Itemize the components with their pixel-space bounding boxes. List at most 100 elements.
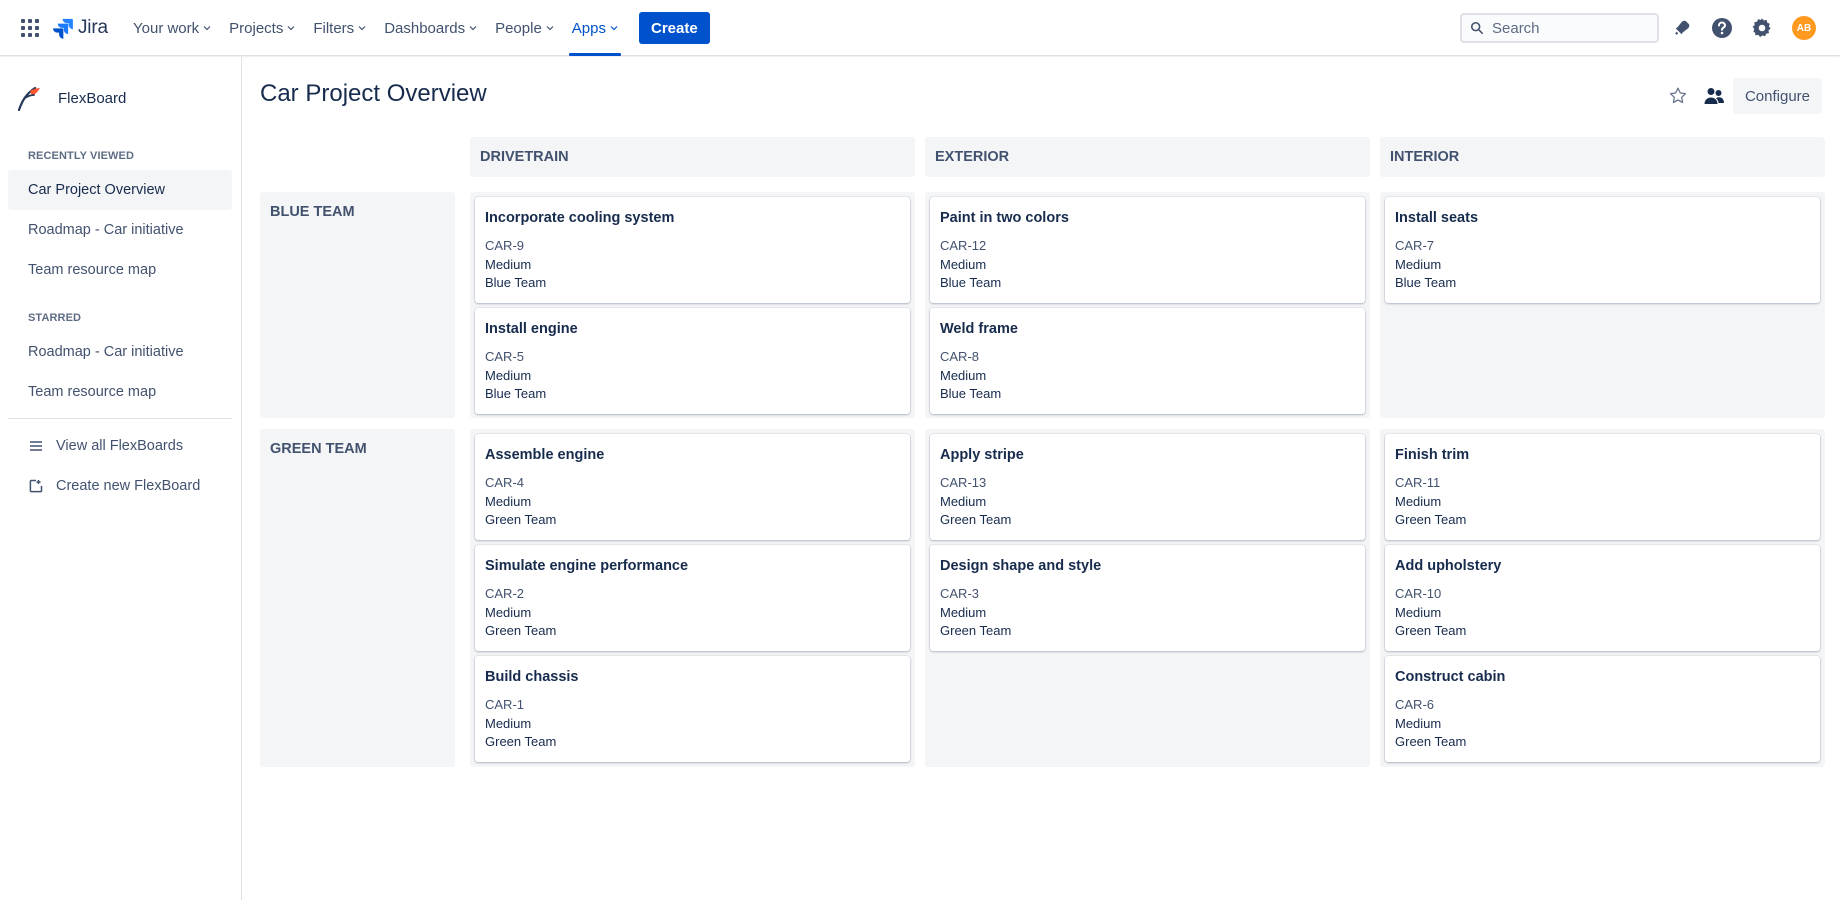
cell-green-exterior: Apply stripe CAR-13 Medium Green Team De… <box>925 429 1370 767</box>
create-button[interactable]: Create <box>639 12 710 44</box>
issue-card-car-1[interactable]: Build chassis CAR-1 Medium Green Team <box>475 656 910 762</box>
issue-card-car-10[interactable]: Add upholstery CAR-10 Medium Green Team <box>1385 545 1820 651</box>
sidebar-item-roadmap-car-initiative[interactable]: Roadmap - Car initiative <box>8 210 232 250</box>
cell-blue-drivetrain: Incorporate cooling system CAR-9 Medium … <box>470 192 915 418</box>
issue-card-car-8[interactable]: Weld frame CAR-8 Medium Blue Team <box>930 308 1365 414</box>
sidebar-item-team-resource-map[interactable]: Team resource map <box>8 250 232 290</box>
card-title: Weld frame <box>940 321 1018 337</box>
card-key: CAR-2 <box>485 586 525 601</box>
sidebar-item-car-project-overview[interactable]: Car Project Overview <box>8 170 232 210</box>
issue-card-car-5[interactable]: Install engine CAR-5 Medium Blue Team <box>475 308 910 414</box>
card-team: Blue Team <box>485 386 547 401</box>
column-header-interior: INTERIOR <box>1380 137 1825 177</box>
chevron-down-icon <box>610 26 618 31</box>
card-title: Install engine <box>485 321 578 337</box>
jira-logo[interactable]: Jira <box>52 16 108 40</box>
search-icon <box>1470 21 1484 35</box>
chevron-down-icon <box>546 26 554 31</box>
card-priority: Medium <box>940 604 987 620</box>
nav-projects-label: Projects <box>229 19 284 37</box>
nav-your-work-label: Your work <box>133 19 200 37</box>
card-priority: Medium <box>940 256 987 272</box>
card-title: Paint in two colors <box>940 210 1069 226</box>
card-team: Green Team <box>1395 512 1467 527</box>
cell-blue-interior: Install seats CAR-7 Medium Blue Team <box>1380 192 1825 418</box>
app-switcher-icon[interactable] <box>20 18 40 38</box>
card-team: Green Team <box>1395 623 1467 638</box>
nav-filters[interactable]: Filters <box>304 0 375 56</box>
issue-card-car-4[interactable]: Assemble engine CAR-4 Medium Green Team <box>475 434 910 540</box>
card-priority: Medium <box>1395 493 1442 509</box>
card-team: Green Team <box>940 623 1012 638</box>
card-key: CAR-1 <box>485 697 525 712</box>
card-priority: Medium <box>485 367 532 383</box>
issue-card-car-3[interactable]: Design shape and style CAR-3 Medium Gree… <box>930 545 1365 651</box>
card-title: Assemble engine <box>485 447 605 463</box>
card-title: Add upholstery <box>1395 558 1502 574</box>
card-priority: Medium <box>1395 256 1442 272</box>
card-key: CAR-3 <box>940 586 980 601</box>
card-team: Green Team <box>1395 734 1467 749</box>
chevron-down-icon <box>469 26 477 31</box>
avatar[interactable]: AB <box>1792 16 1816 40</box>
sidebar-header[interactable]: FlexBoard <box>16 85 126 111</box>
card-title: Apply stripe <box>940 447 1024 463</box>
sidebar-starred-team-resource-map[interactable]: Team resource map <box>8 372 232 412</box>
help-icon[interactable] <box>1710 16 1734 40</box>
cell-green-drivetrain: Assemble engine CAR-4 Medium Green Team … <box>470 429 915 767</box>
issue-card-car-13[interactable]: Apply stripe CAR-13 Medium Green Team <box>930 434 1365 540</box>
card-key: CAR-11 <box>1395 475 1441 490</box>
card-key: CAR-13 <box>940 475 987 490</box>
nav-filters-label: Filters <box>313 19 355 37</box>
sidebar-app-name: FlexBoard <box>58 89 127 107</box>
primary-nav: Your work Projects Filters Dashboards Pe… <box>124 0 710 56</box>
list-icon <box>28 438 44 454</box>
search-input[interactable] <box>1492 19 1652 37</box>
card-team: Blue Team <box>1395 275 1457 290</box>
column-header-exterior: EXTERIOR <box>925 137 1370 177</box>
search-box[interactable] <box>1460 13 1659 43</box>
nav-dashboards[interactable]: Dashboards <box>375 0 486 56</box>
issue-card-car-11[interactable]: Finish trim CAR-11 Medium Green Team <box>1385 434 1820 540</box>
row-header-blue-team-label: BLUE TEAM <box>270 204 355 220</box>
configure-button[interactable]: Configure <box>1733 78 1822 114</box>
create-new-flexboard-label: Create new FlexBoard <box>56 478 201 494</box>
sidebar-divider <box>8 418 232 419</box>
view-all-flexboards-label: View all FlexBoards <box>56 438 184 454</box>
issue-card-car-9[interactable]: Incorporate cooling system CAR-9 Medium … <box>475 197 910 303</box>
card-priority: Medium <box>485 493 532 509</box>
nav-people[interactable]: People <box>486 0 563 56</box>
gear-icon <box>1752 18 1771 37</box>
settings-icon[interactable] <box>1750 16 1774 40</box>
view-all-flexboards-link[interactable]: View all FlexBoards <box>8 426 232 466</box>
create-new-flexboard-link[interactable]: Create new FlexBoard <box>8 466 232 506</box>
nav-projects[interactable]: Projects <box>220 0 304 56</box>
card-team: Blue Team <box>485 275 547 290</box>
recently-viewed-heading: RECENTLY VIEWED <box>28 150 135 162</box>
nav-your-work[interactable]: Your work <box>124 0 220 56</box>
issue-card-car-2[interactable]: Simulate engine performance CAR-2 Medium… <box>475 545 910 651</box>
card-team: Blue Team <box>940 275 1002 290</box>
card-key: CAR-7 <box>1395 238 1435 253</box>
flexboard-logo-icon <box>17 86 40 111</box>
nav-apps[interactable]: Apps <box>563 0 627 56</box>
cell-green-interior: Finish trim CAR-11 Medium Green Team Add… <box>1380 429 1825 767</box>
issue-card-car-12[interactable]: Paint in two colors CAR-12 Medium Blue T… <box>930 197 1365 303</box>
starred-heading: STARRED <box>28 312 82 324</box>
jira-logo-text: Jira <box>78 17 108 38</box>
card-key: CAR-9 <box>485 238 525 253</box>
card-title: Incorporate cooling system <box>485 210 675 226</box>
star-icon[interactable] <box>1666 84 1690 108</box>
row-header-green-team: GREEN TEAM <box>260 429 455 767</box>
sidebar-starred-roadmap-car-initiative[interactable]: Roadmap - Car initiative <box>8 332 232 372</box>
issue-card-car-6[interactable]: Construct cabin CAR-6 Medium Green Team <box>1385 656 1820 762</box>
chevron-down-icon <box>203 26 211 31</box>
card-team: Green Team <box>485 512 557 527</box>
card-title: Install seats <box>1395 210 1479 226</box>
notifications-icon[interactable] <box>1670 16 1694 40</box>
issue-card-car-7[interactable]: Install seats CAR-7 Medium Blue Team <box>1385 197 1820 303</box>
nav-apps-label: Apps <box>571 19 606 37</box>
nav-dashboards-label: Dashboards <box>384 19 466 37</box>
column-header-drivetrain: DRIVETRAIN <box>470 137 915 177</box>
people-icon[interactable] <box>1700 84 1728 108</box>
